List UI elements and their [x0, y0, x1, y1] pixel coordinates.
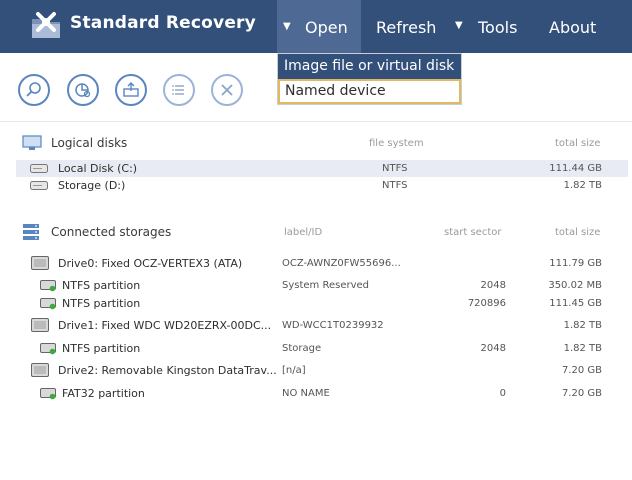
search-icon: [26, 82, 41, 97]
open-button[interactable]: [115, 74, 147, 106]
drive-row[interactable]: Drive1: Fixed WDC WD20EZRX-00DC... WD-WC…: [0, 317, 632, 334]
scan-button[interactable]: [67, 74, 99, 106]
partition-label: System Reserved: [282, 280, 370, 291]
disk-name: Storage (D:): [58, 179, 126, 192]
disk-fs: NTFS: [382, 180, 408, 191]
partition-label: Storage: [282, 343, 322, 354]
col-total-size: total size: [555, 138, 601, 149]
col-label-id: label/ID: [284, 227, 323, 238]
disk-size: 1.82 TB: [563, 180, 602, 191]
disk-fs: NTFS: [382, 163, 408, 174]
partition-name: NTFS partition: [62, 297, 141, 310]
partition-row[interactable]: FAT32 partition NO NAME 0 7.20 GB: [0, 385, 632, 402]
drive-row[interactable]: Drive2: Removable Kingston DataTrav... […: [0, 362, 632, 379]
storage-stack-icon: [23, 224, 39, 240]
partition-name: NTFS partition: [62, 342, 141, 355]
drive-label: [n/a]: [282, 365, 306, 376]
partition-start: 2048: [480, 280, 506, 291]
partition-size: 1.82 TB: [563, 343, 602, 354]
partition-start: 0: [499, 388, 506, 399]
close-button[interactable]: [211, 74, 243, 106]
partition-size: 350.02 MB: [548, 280, 602, 291]
drive-name: Drive2: Removable Kingston DataTrav...: [58, 364, 277, 377]
logical-disks-title: Logical disks: [51, 136, 128, 150]
drive-name: Drive1: Fixed WDC WD20EZRX-00DC...: [58, 319, 272, 332]
menu-item-image-file[interactable]: Image file or virtual disk: [278, 54, 461, 79]
partition-name: NTFS partition: [62, 279, 141, 292]
disk-icon: [30, 164, 48, 173]
menu-item-named-device[interactable]: Named device: [278, 79, 461, 104]
partition-row[interactable]: NTFS partition 720896 111.45 GB: [0, 295, 632, 312]
hard-drive-icon: [31, 363, 49, 377]
list-button[interactable]: [163, 74, 195, 106]
partition-label: NO NAME: [282, 388, 330, 399]
menu-open[interactable]: ▼ Open: [277, 0, 361, 53]
col-start-sector: start sector: [444, 227, 502, 238]
partition-start: 720896: [467, 298, 506, 309]
scan-icon: [75, 83, 91, 98]
app-logo-icon: [32, 12, 60, 38]
col-storage-total-size: total size: [555, 227, 601, 238]
partition-icon: [40, 280, 56, 292]
drive-label: WD-WCC1T0239932: [282, 320, 384, 331]
search-button[interactable]: [18, 74, 50, 106]
logical-disk-row[interactable]: Storage (D:) NTFS 1.82 TB: [0, 177, 632, 194]
disk-size: 111.44 GB: [549, 163, 602, 174]
drive-label: OCZ-AWNZ0FW55696...: [282, 258, 401, 269]
partition-icon: [40, 298, 56, 310]
partition-icon: [40, 388, 56, 400]
drive-size: 7.20 GB: [561, 365, 602, 376]
list-icon: [172, 85, 184, 95]
partition-icon: [40, 343, 56, 355]
close-icon: [221, 84, 233, 96]
drive-size: 1.82 TB: [563, 320, 602, 331]
title-bar: Standard Recovery ▼ Open Refresh ▼ Tools…: [0, 0, 632, 53]
app-title: Standard Recovery: [70, 13, 256, 33]
toolbar-divider: [0, 121, 632, 122]
partition-size: 111.45 GB: [549, 298, 602, 309]
open-icon: [123, 82, 139, 97]
hard-drive-icon: [31, 256, 49, 270]
drive-name: Drive0: Fixed OCZ-VERTEX3 (ATA): [58, 257, 243, 270]
menu-about[interactable]: About: [549, 0, 596, 53]
menu-refresh[interactable]: Refresh: [376, 0, 436, 53]
drive-size: 111.79 GB: [549, 258, 602, 269]
menu-tools[interactable]: Tools: [478, 0, 517, 53]
hard-drive-icon: [31, 318, 49, 332]
col-file-system: file system: [369, 138, 424, 149]
partition-row[interactable]: NTFS partition Storage 2048 1.82 TB: [0, 340, 632, 357]
disk-icon: [30, 181, 48, 190]
disk-name: Local Disk (C:): [58, 162, 138, 175]
partition-start: 2048: [480, 343, 506, 354]
open-dropdown-menu: Image file or virtual disk Named device: [277, 53, 462, 105]
tools-dropdown-arrow-icon[interactable]: ▼: [455, 0, 463, 54]
partition-row[interactable]: NTFS partition System Reserved 2048 350.…: [0, 277, 632, 294]
drive-row[interactable]: Drive0: Fixed OCZ-VERTEX3 (ATA) OCZ-AWNZ…: [0, 255, 632, 272]
monitor-icon: [22, 135, 42, 150]
dropdown-arrow-icon: ▼: [283, 21, 291, 32]
connected-storages-title: Connected storages: [51, 225, 172, 239]
partition-name: FAT32 partition: [62, 387, 145, 400]
logical-disk-row[interactable]: Local Disk (C:) NTFS 111.44 GB: [16, 160, 628, 177]
partition-size: 7.20 GB: [561, 388, 602, 399]
menu-open-label: Open: [305, 18, 348, 37]
